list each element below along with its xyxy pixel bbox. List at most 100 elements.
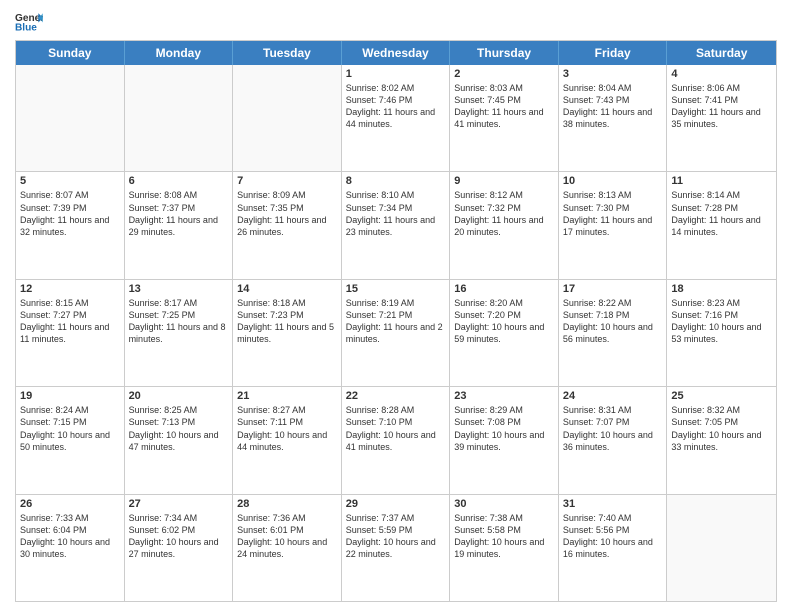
day-number: 31 xyxy=(563,498,663,510)
calendar-cell: 14 Sunrise: 8:18 AMSunset: 7:23 PMDayligh… xyxy=(233,280,342,386)
logo-icon: General Blue xyxy=(15,10,43,32)
calendar-cell: 19 Sunrise: 8:24 AMSunset: 7:15 PMDayligh… xyxy=(16,387,125,493)
calendar: SundayMondayTuesdayWednesdayThursdayFrid… xyxy=(15,40,777,602)
cell-info: Sunrise: 8:04 AMSunset: 7:43 PMDaylight:… xyxy=(563,82,663,131)
calendar-cell xyxy=(233,65,342,171)
calendar-row: 5 Sunrise: 8:07 AMSunset: 7:39 PMDaylight… xyxy=(16,172,776,279)
cell-info: Sunrise: 8:27 AMSunset: 7:11 PMDaylight:… xyxy=(237,404,337,453)
day-number: 19 xyxy=(20,390,120,402)
logo: General Blue xyxy=(15,10,43,32)
cell-info: Sunrise: 7:40 AMSunset: 5:56 PMDaylight:… xyxy=(563,512,663,561)
calendar-cell: 5 Sunrise: 8:07 AMSunset: 7:39 PMDaylight… xyxy=(16,172,125,278)
weekday-header: Monday xyxy=(125,41,234,65)
cell-info: Sunrise: 8:14 AMSunset: 7:28 PMDaylight:… xyxy=(671,189,772,238)
calendar-cell: 31 Sunrise: 7:40 AMSunset: 5:56 PMDayligh… xyxy=(559,495,668,601)
calendar-cell: 26 Sunrise: 7:33 AMSunset: 6:04 PMDayligh… xyxy=(16,495,125,601)
day-number: 28 xyxy=(237,498,337,510)
calendar-cell xyxy=(125,65,234,171)
day-number: 20 xyxy=(129,390,229,402)
day-number: 14 xyxy=(237,283,337,295)
calendar-cell: 25 Sunrise: 8:32 AMSunset: 7:05 PMDayligh… xyxy=(667,387,776,493)
calendar-cell: 2 Sunrise: 8:03 AMSunset: 7:45 PMDaylight… xyxy=(450,65,559,171)
calendar-cell: 4 Sunrise: 8:06 AMSunset: 7:41 PMDaylight… xyxy=(667,65,776,171)
calendar-body: 1Sunrise: 8:02 AMSunset: 7:46 PMDaylight… xyxy=(16,65,776,601)
cell-info: Sunrise: 8:24 AMSunset: 7:15 PMDaylight:… xyxy=(20,404,120,453)
calendar-cell: 20 Sunrise: 8:25 AMSunset: 7:13 PMDayligh… xyxy=(125,387,234,493)
calendar-cell: 17 Sunrise: 8:22 AMSunset: 7:18 PMDayligh… xyxy=(559,280,668,386)
day-number: 10 xyxy=(563,175,663,187)
day-number: 12 xyxy=(20,283,120,295)
calendar-cell: 11 Sunrise: 8:14 AMSunset: 7:28 PMDayligh… xyxy=(667,172,776,278)
calendar-header: SundayMondayTuesdayWednesdayThursdayFrid… xyxy=(16,41,776,65)
cell-info: Sunrise: 8:06 AMSunset: 7:41 PMDaylight:… xyxy=(671,82,772,131)
weekday-header: Wednesday xyxy=(342,41,451,65)
calendar-cell: 7 Sunrise: 8:09 AMSunset: 7:35 PMDaylight… xyxy=(233,172,342,278)
calendar-cell xyxy=(667,495,776,601)
cell-info: Sunrise: 8:19 AMSunset: 7:21 PMDaylight:… xyxy=(346,297,446,346)
day-number: 1 xyxy=(346,68,446,80)
day-number: 24 xyxy=(563,390,663,402)
cell-info: Sunrise: 8:10 AMSunset: 7:34 PMDaylight:… xyxy=(346,189,446,238)
calendar-row: 12Sunrise: 8:15 AMSunset: 7:27 PMDayligh… xyxy=(16,280,776,387)
page-header: General Blue xyxy=(15,10,777,32)
cell-info: Sunrise: 8:12 AMSunset: 7:32 PMDaylight:… xyxy=(454,189,554,238)
cell-info: Sunrise: 7:34 AMSunset: 6:02 PMDaylight:… xyxy=(129,512,229,561)
cell-info: Sunrise: 7:36 AMSunset: 6:01 PMDaylight:… xyxy=(237,512,337,561)
weekday-header: Saturday xyxy=(667,41,776,65)
day-number: 8 xyxy=(346,175,446,187)
cell-info: Sunrise: 8:03 AMSunset: 7:45 PMDaylight:… xyxy=(454,82,554,131)
day-number: 11 xyxy=(671,175,772,187)
calendar-cell: 1Sunrise: 8:02 AMSunset: 7:46 PMDaylight… xyxy=(342,65,451,171)
calendar-cell: 30 Sunrise: 7:38 AMSunset: 5:58 PMDayligh… xyxy=(450,495,559,601)
calendar-cell: 23Sunrise: 8:29 AMSunset: 7:08 PMDayligh… xyxy=(450,387,559,493)
calendar-cell xyxy=(16,65,125,171)
day-number: 17 xyxy=(563,283,663,295)
day-number: 30 xyxy=(454,498,554,510)
cell-info: Sunrise: 8:17 AMSunset: 7:25 PMDaylight:… xyxy=(129,297,229,346)
day-number: 4 xyxy=(671,68,772,80)
day-number: 7 xyxy=(237,175,337,187)
calendar-cell: 15 Sunrise: 8:19 AMSunset: 7:21 PMDayligh… xyxy=(342,280,451,386)
calendar-cell: 21 Sunrise: 8:27 AMSunset: 7:11 PMDayligh… xyxy=(233,387,342,493)
day-number: 6 xyxy=(129,175,229,187)
cell-info: Sunrise: 8:29 AMSunset: 7:08 PMDaylight:… xyxy=(454,404,554,453)
cell-info: Sunrise: 8:07 AMSunset: 7:39 PMDaylight:… xyxy=(20,189,120,238)
day-number: 29 xyxy=(346,498,446,510)
day-number: 2 xyxy=(454,68,554,80)
cell-info: Sunrise: 8:22 AMSunset: 7:18 PMDaylight:… xyxy=(563,297,663,346)
weekday-header: Tuesday xyxy=(233,41,342,65)
cell-info: Sunrise: 8:20 AMSunset: 7:20 PMDaylight:… xyxy=(454,297,554,346)
day-number: 9 xyxy=(454,175,554,187)
weekday-header: Sunday xyxy=(16,41,125,65)
cell-info: Sunrise: 7:33 AMSunset: 6:04 PMDaylight:… xyxy=(20,512,120,561)
day-number: 3 xyxy=(563,68,663,80)
cell-info: Sunrise: 7:38 AMSunset: 5:58 PMDaylight:… xyxy=(454,512,554,561)
day-number: 26 xyxy=(20,498,120,510)
cell-info: Sunrise: 8:23 AMSunset: 7:16 PMDaylight:… xyxy=(671,297,772,346)
cell-info: Sunrise: 8:18 AMSunset: 7:23 PMDaylight:… xyxy=(237,297,337,346)
cell-info: Sunrise: 8:31 AMSunset: 7:07 PMDaylight:… xyxy=(563,404,663,453)
day-number: 25 xyxy=(671,390,772,402)
calendar-cell: 28 Sunrise: 7:36 AMSunset: 6:01 PMDayligh… xyxy=(233,495,342,601)
calendar-cell: 16 Sunrise: 8:20 AMSunset: 7:20 PMDayligh… xyxy=(450,280,559,386)
cell-info: Sunrise: 8:08 AMSunset: 7:37 PMDaylight:… xyxy=(129,189,229,238)
calendar-cell: 6 Sunrise: 8:08 AMSunset: 7:37 PMDaylight… xyxy=(125,172,234,278)
calendar-cell: 24 Sunrise: 8:31 AMSunset: 7:07 PMDayligh… xyxy=(559,387,668,493)
day-number: 15 xyxy=(346,283,446,295)
calendar-cell: 12Sunrise: 8:15 AMSunset: 7:27 PMDayligh… xyxy=(16,280,125,386)
day-number: 16 xyxy=(454,283,554,295)
weekday-header: Thursday xyxy=(450,41,559,65)
calendar-cell: 13 Sunrise: 8:17 AMSunset: 7:25 PMDayligh… xyxy=(125,280,234,386)
cell-info: Sunrise: 8:28 AMSunset: 7:10 PMDaylight:… xyxy=(346,404,446,453)
calendar-cell: 29 Sunrise: 7:37 AMSunset: 5:59 PMDayligh… xyxy=(342,495,451,601)
day-number: 5 xyxy=(20,175,120,187)
day-number: 22 xyxy=(346,390,446,402)
day-number: 13 xyxy=(129,283,229,295)
calendar-cell: 10Sunrise: 8:13 AMSunset: 7:30 PMDayligh… xyxy=(559,172,668,278)
cell-info: Sunrise: 8:25 AMSunset: 7:13 PMDaylight:… xyxy=(129,404,229,453)
cell-info: Sunrise: 8:32 AMSunset: 7:05 PMDaylight:… xyxy=(671,404,772,453)
day-number: 21 xyxy=(237,390,337,402)
cell-info: Sunrise: 7:37 AMSunset: 5:59 PMDaylight:… xyxy=(346,512,446,561)
day-number: 27 xyxy=(129,498,229,510)
cell-info: Sunrise: 8:09 AMSunset: 7:35 PMDaylight:… xyxy=(237,189,337,238)
